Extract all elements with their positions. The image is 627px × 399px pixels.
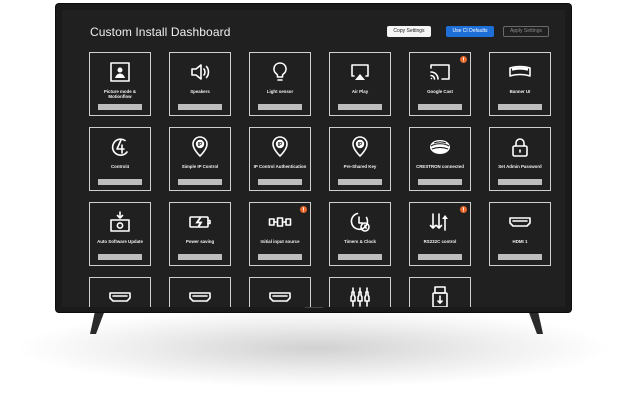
tile-value-bar bbox=[178, 254, 222, 260]
airplay-icon bbox=[330, 59, 390, 85]
tile-label: Control4 bbox=[110, 164, 130, 169]
settings-tile[interactable] bbox=[329, 277, 391, 307]
hdmi-icon bbox=[170, 284, 230, 307]
tile-label: RS232C control bbox=[423, 239, 457, 244]
tv-shadow bbox=[14, 308, 614, 388]
settings-tile[interactable]: IP Simple IP Control bbox=[169, 127, 231, 191]
settings-tile[interactable]: Banner UI bbox=[489, 52, 551, 116]
settings-tile[interactable]: Google Cast bbox=[409, 52, 471, 116]
tile-label: Banner UI bbox=[509, 89, 531, 94]
settings-tile[interactable]: Timers & Clock bbox=[329, 202, 391, 266]
crestron-icon bbox=[410, 134, 470, 160]
settings-tile[interactable]: IP IP Control Authentication bbox=[249, 127, 311, 191]
hdmi-icon bbox=[490, 209, 550, 235]
tile-value-bar bbox=[418, 104, 462, 110]
settings-tile[interactable]: Air Play bbox=[329, 52, 391, 116]
tile-value-bar bbox=[418, 254, 462, 260]
tv-screen: Custom Install Dashboard Copy Settings U… bbox=[62, 10, 565, 307]
tile-label: HDMI 1 bbox=[512, 239, 528, 244]
tile-label: Light sensor bbox=[266, 89, 294, 94]
tile-value-bar bbox=[498, 254, 542, 260]
tile-value-bar bbox=[498, 104, 542, 110]
use-ci-defaults-button[interactable]: Use CI Defaults bbox=[446, 26, 494, 37]
notification-badge-icon bbox=[460, 206, 467, 213]
usb-drive-icon bbox=[410, 284, 470, 307]
settings-tile[interactable]: Power saving bbox=[169, 202, 231, 266]
svg-text:IP: IP bbox=[278, 142, 283, 148]
tile-value-bar bbox=[258, 254, 302, 260]
tile-label: Set Admin Password bbox=[498, 164, 542, 169]
settings-tile[interactable] bbox=[89, 277, 151, 307]
tile-value-bar bbox=[498, 179, 542, 185]
tile-label: Pre-Shared Key bbox=[343, 164, 377, 169]
speaker-icon bbox=[170, 59, 230, 85]
tile-value-bar bbox=[98, 179, 142, 185]
timer-clock-icon bbox=[330, 209, 390, 235]
notification-badge-icon bbox=[300, 206, 307, 213]
svg-text:IP: IP bbox=[358, 142, 363, 148]
tile-value-bar bbox=[338, 179, 382, 185]
settings-tile[interactable]: HDMI 1 bbox=[489, 202, 551, 266]
tile-value-bar bbox=[258, 179, 302, 185]
padlock-icon bbox=[490, 134, 550, 160]
tile-value-bar bbox=[178, 104, 222, 110]
settings-tile[interactable]: Speakers bbox=[169, 52, 231, 116]
control4-icon bbox=[90, 134, 150, 160]
page-title: Custom Install Dashboard bbox=[90, 25, 231, 39]
tile-label: Timers & Clock bbox=[344, 239, 376, 244]
tile-value-bar bbox=[178, 179, 222, 185]
battery-charging-icon bbox=[170, 209, 230, 235]
hdmi-icon bbox=[90, 284, 150, 307]
settings-tile[interactable]: Picture mode & Motionflow bbox=[89, 52, 151, 116]
lightbulb-icon bbox=[250, 59, 310, 85]
tile-label: Google Cast bbox=[427, 89, 453, 94]
tile-value-bar bbox=[338, 254, 382, 260]
tile-label: Speakers bbox=[190, 89, 210, 94]
copy-settings-button[interactable]: Copy Settings bbox=[387, 26, 431, 37]
ip-pin-icon: IP bbox=[250, 134, 310, 160]
tile-label: Initial input source bbox=[260, 239, 300, 244]
ip-pin-icon: IP bbox=[170, 134, 230, 160]
settings-tile[interactable]: Auto Software Update bbox=[89, 202, 151, 266]
picture-frame-icon bbox=[90, 59, 150, 85]
tile-label: Air Play bbox=[351, 89, 369, 94]
tile-label: Power saving bbox=[185, 239, 215, 244]
tile-label: Picture mode & Motionflow bbox=[103, 89, 137, 99]
settings-tile[interactable] bbox=[249, 277, 311, 307]
tile-label: CRESTRON connected bbox=[416, 164, 464, 169]
tile-value-bar bbox=[98, 104, 142, 110]
settings-tile[interactable]: Set Admin Password bbox=[489, 127, 551, 191]
svg-text:IP: IP bbox=[198, 142, 203, 148]
tile-label: IP Control Authentication bbox=[253, 164, 307, 169]
settings-tile[interactable]: Initial input source bbox=[249, 202, 311, 266]
tile-value-bar bbox=[418, 179, 462, 185]
tile-label: Auto Software Update bbox=[97, 239, 143, 244]
settings-tile[interactable]: CRESTRON connected bbox=[409, 127, 471, 191]
tile-value-bar bbox=[258, 104, 302, 110]
ip-pin-icon: IP bbox=[330, 134, 390, 160]
tile-value-bar bbox=[98, 254, 142, 260]
notification-badge-icon bbox=[460, 56, 467, 63]
settings-tile[interactable] bbox=[409, 277, 471, 307]
settings-tile[interactable] bbox=[169, 277, 231, 307]
settings-tile[interactable]: Light sensor bbox=[249, 52, 311, 116]
banner-icon bbox=[490, 59, 550, 85]
software-update-icon bbox=[90, 209, 150, 235]
tile-label: Simple IP Control bbox=[181, 164, 219, 169]
hdmi-icon bbox=[250, 284, 310, 307]
settings-tile[interactable]: IP Pre-Shared Key bbox=[329, 127, 391, 191]
settings-tile[interactable]: RS232C control bbox=[409, 202, 471, 266]
tile-value-bar bbox=[338, 104, 382, 110]
composite-rca-icon bbox=[330, 284, 390, 307]
apply-settings-button[interactable]: Apply Settings bbox=[503, 26, 549, 37]
settings-tile[interactable]: Control4 bbox=[89, 127, 151, 191]
